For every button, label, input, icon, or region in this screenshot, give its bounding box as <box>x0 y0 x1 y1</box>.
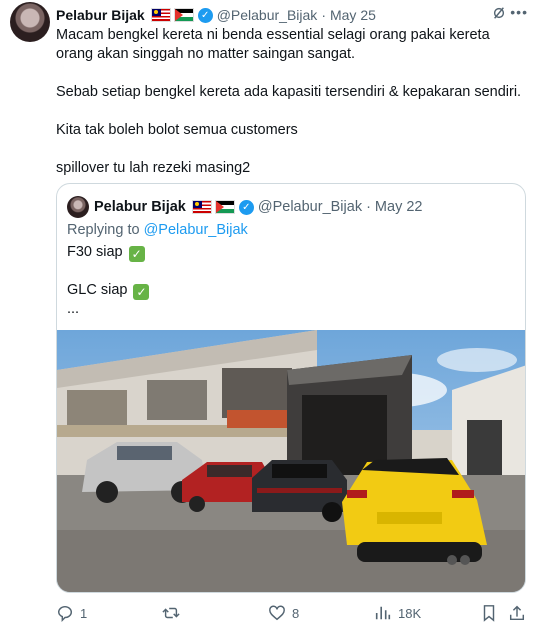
tweet-header: Pelabur Bijak ✓ @Pelabur_Bijak · May 25 <box>56 4 534 26</box>
retweet-icon <box>162 607 180 619</box>
display-name[interactable]: Pelabur Bijak <box>56 7 145 23</box>
retweet-button[interactable] <box>162 604 186 622</box>
quoted-ellipsis: ... <box>67 301 80 317</box>
quoted-timestamp: May 22 <box>374 199 423 215</box>
replying-prefix: Replying to <box>67 222 140 238</box>
verified-icon: ✓ <box>238 199 254 215</box>
palestine-flag-icon <box>173 8 194 22</box>
check-mark-icon: ✓ <box>128 246 145 262</box>
quoted-line-text: GLC siap <box>67 282 128 298</box>
views-button[interactable]: 18K <box>374 604 421 622</box>
check-mark-icon: ✓ <box>133 284 150 300</box>
separator: · <box>321 7 326 23</box>
quoted-line: F30 siap ✓ <box>67 243 248 262</box>
tweet-paragraph: Macam bengkel kereta ni benda essential … <box>56 27 490 62</box>
quoted-handle: @Pelabur_Bijak <box>257 199 363 215</box>
tweet-text: Macam bengkel kereta ni benda essential … <box>56 26 526 197</box>
share-button[interactable] <box>508 604 526 622</box>
avatar[interactable] <box>10 2 50 42</box>
views-icon <box>375 606 391 620</box>
quoted-line-text: F30 siap <box>67 244 123 260</box>
tweet-actions: 1 8 18K <box>56 604 526 628</box>
replying-to: Replying to @Pelabur_Bijak <box>67 221 248 240</box>
quoted-line: GLC siap ✓ <box>67 281 248 300</box>
quoted-tweet-header: Pelabur Bijak ✓ @Pelabur_Bijak · May 22 <box>67 196 422 218</box>
bookmark-icon <box>483 605 495 622</box>
like-button[interactable]: 8 <box>268 604 299 622</box>
replying-mention[interactable]: @Pelabur_Bijak <box>144 222 248 238</box>
malaysia-flag-icon <box>150 8 171 22</box>
more-icon[interactable]: ••• <box>510 4 528 20</box>
reply-icon <box>57 605 73 622</box>
like-icon <box>269 605 285 621</box>
palestine-flag-icon <box>214 200 235 214</box>
handle[interactable]: @Pelabur_Bijak <box>217 7 318 23</box>
timestamp[interactable]: May 25 <box>330 7 376 23</box>
quoted-avatar <box>67 196 89 218</box>
quoted-display-name: Pelabur Bijak <box>94 199 186 215</box>
tweet-paragraph: Kita tak boleh bolot semua customers <box>56 122 298 138</box>
grok-icon[interactable] <box>492 6 506 20</box>
reply-count: 1 <box>80 605 88 621</box>
views-count: 18K <box>398 605 422 621</box>
workshop-photo[interactable] <box>57 330 526 593</box>
malaysia-flag-icon <box>191 200 212 214</box>
verified-icon[interactable]: ✓ <box>197 7 213 23</box>
tweet-paragraph: Sebab setiap bengkel kereta ada kapasiti… <box>56 84 522 100</box>
quoted-tweet-text: Replying to @Pelabur_Bijak F30 siap ✓ GL… <box>67 221 248 319</box>
quoted-tweet[interactable]: Pelabur Bijak ✓ @Pelabur_Bijak · May 22 … <box>56 183 526 593</box>
share-icon <box>509 605 525 621</box>
bookmark-button[interactable] <box>480 604 498 622</box>
separator: · <box>366 199 371 215</box>
tweet-paragraph: spillover tu lah rezeki masing2 <box>56 160 251 176</box>
reply-button[interactable]: 1 <box>56 604 87 622</box>
like-count: 8 <box>292 605 300 621</box>
